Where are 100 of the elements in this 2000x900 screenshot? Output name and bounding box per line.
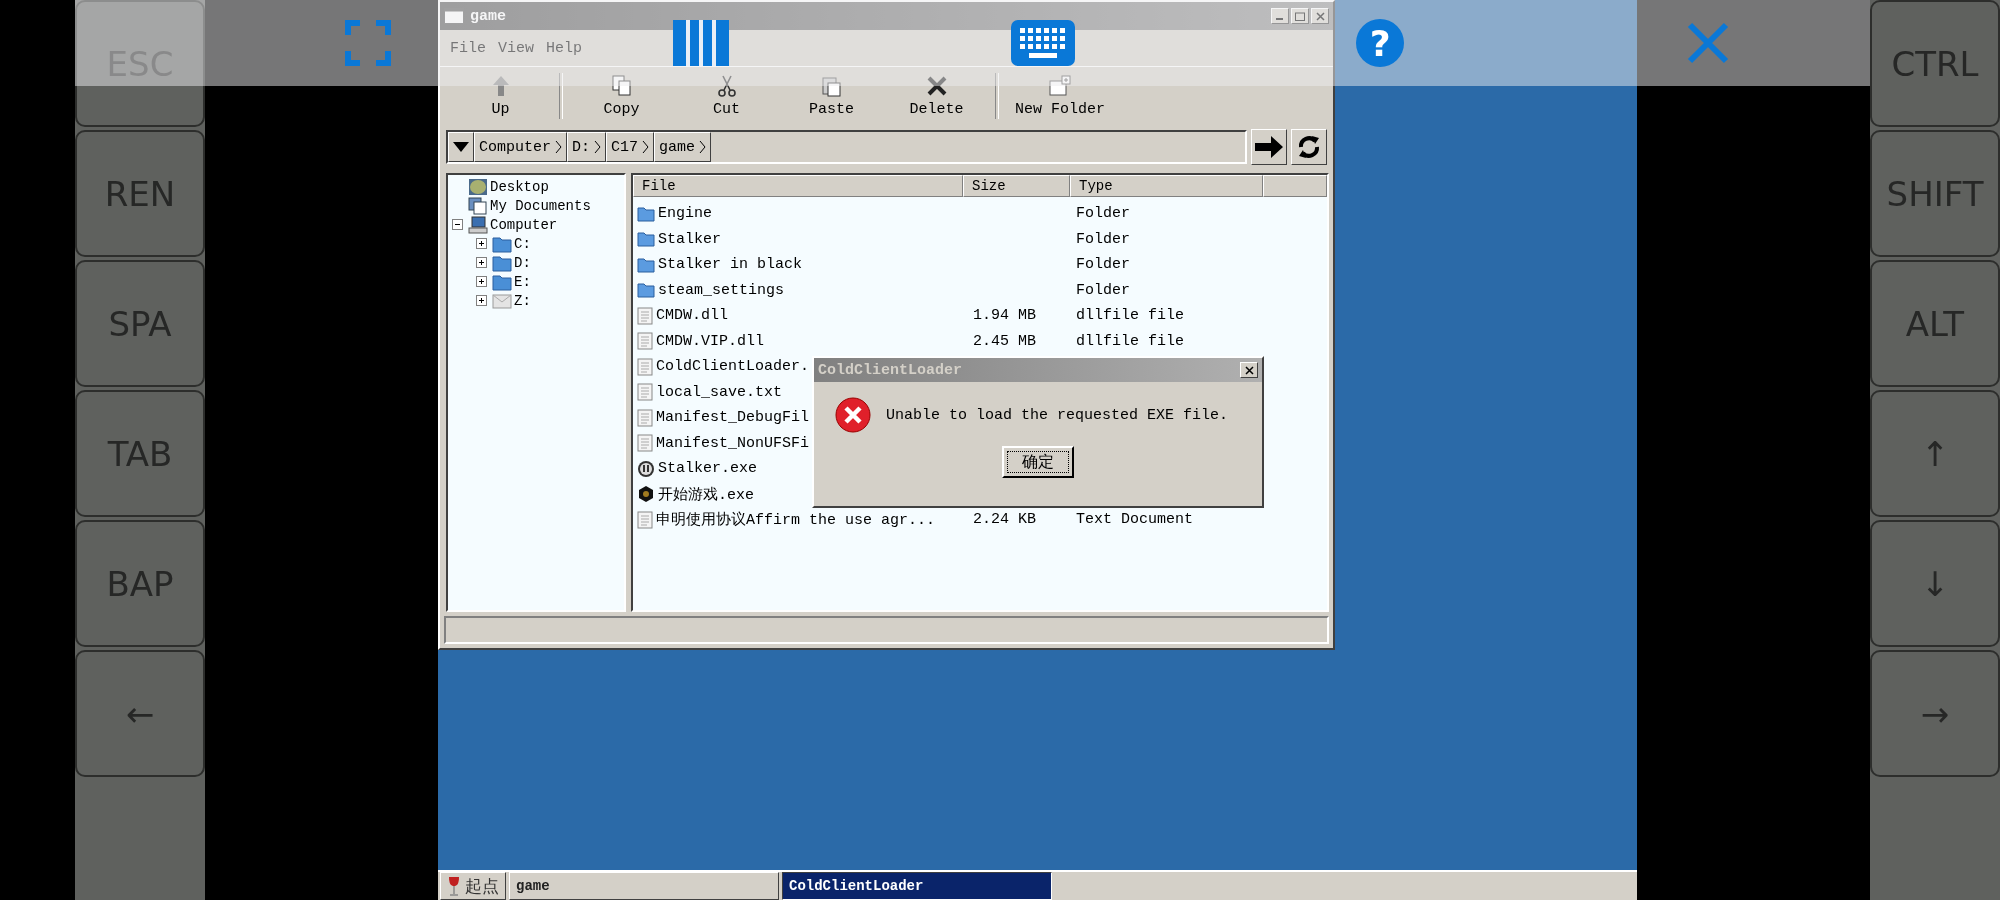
chevron-right-icon <box>594 140 602 154</box>
document-icon <box>637 332 653 351</box>
start-button[interactable]: 起点 <box>440 872 506 900</box>
toolbar-button[interactable]: Up <box>448 67 553 125</box>
error-message: Unable to load the requested EXE file. <box>886 406 1229 424</box>
file-type: Folder <box>1076 205 1130 223</box>
maximize-button[interactable] <box>1291 8 1309 24</box>
columns-icon[interactable] <box>672 20 729 66</box>
hexagon-icon <box>637 485 655 504</box>
console-icon <box>444 8 464 24</box>
file-type: dllfile file <box>1076 307 1185 325</box>
window-title: game <box>470 7 507 25</box>
document-icon <box>637 383 653 402</box>
folder-icon <box>637 256 655 273</box>
new-folder-icon <box>1049 74 1071 97</box>
folder-icon <box>492 234 512 253</box>
document-icon <box>637 408 653 427</box>
chevron-right-icon <box>699 140 707 154</box>
tree-item[interactable]: E: <box>514 273 531 290</box>
dropdown-button[interactable] <box>448 132 474 162</box>
chevron-right-icon <box>555 140 562 154</box>
maximize-icon <box>1295 11 1305 21</box>
tree-item[interactable]: Desktop <box>490 178 549 195</box>
document-icon <box>637 357 653 376</box>
column-header[interactable]: File <box>633 175 963 197</box>
file-size: 2.24 KB <box>973 511 1036 529</box>
tree-item[interactable]: Z: <box>514 292 531 309</box>
ok-button[interactable]: 确定 <box>1002 446 1074 478</box>
file-size: 1.94 MB <box>973 307 1036 325</box>
file-type: Folder <box>1076 230 1130 248</box>
drive-icon <box>492 291 512 310</box>
taskbar-button[interactable]: game <box>509 872 779 900</box>
refresh-icon <box>1296 134 1322 160</box>
file-name[interactable]: CMDW.VIP.dll <box>656 332 765 350</box>
path-button[interactable]: Computer <box>474 132 567 162</box>
tree-item[interactable]: C: <box>514 235 531 252</box>
error-icon <box>834 396 872 434</box>
file-name[interactable]: Engine <box>658 205 712 223</box>
up-arrow-icon <box>490 74 511 97</box>
toolbar-button[interactable]: Paste <box>779 67 884 125</box>
keyboard-icon[interactable] <box>1010 20 1075 66</box>
folder-icon <box>492 253 512 272</box>
file-name[interactable]: Manifest_DebugFil <box>656 409 810 427</box>
delete-x-icon <box>926 74 947 97</box>
file-name[interactable]: ColdClientLoader. <box>656 358 810 376</box>
file-name[interactable]: CMDW.dll <box>656 307 728 325</box>
circle-logo-icon <box>637 459 655 478</box>
document-icon <box>637 306 653 325</box>
file-name[interactable]: Manifest_NonUFSFi <box>656 434 810 452</box>
folder-icon <box>637 205 655 222</box>
file-name[interactable]: Stalker.exe <box>658 460 758 478</box>
expand-icon[interactable] <box>476 238 487 249</box>
expand-icon[interactable] <box>476 276 487 287</box>
toolbar-button[interactable]: Copy <box>569 67 674 125</box>
expand-icon[interactable] <box>476 257 487 268</box>
right-arrow-icon <box>1255 136 1283 158</box>
collapse-icon[interactable] <box>452 219 463 230</box>
file-type: Text Document <box>1076 511 1194 529</box>
computer-icon <box>468 215 488 234</box>
scissors-icon <box>716 74 737 97</box>
paste-icon <box>821 74 842 97</box>
file-name[interactable]: steam_settings <box>658 281 785 299</box>
tree-item[interactable]: D: <box>514 254 531 271</box>
toolbar-button[interactable]: Delete <box>884 67 989 125</box>
taskbar-button[interactable]: ColdClientLoader <box>782 872 1052 900</box>
minimize-button[interactable] <box>1271 8 1289 24</box>
tree-item[interactable]: My Documents <box>490 197 591 214</box>
go-button[interactable] <box>1251 129 1287 165</box>
path-button[interactable]: D: <box>567 132 607 162</box>
folder-icon <box>637 282 655 299</box>
file-size: 2.45 MB <box>973 332 1036 350</box>
file-name[interactable]: 申明使用协议Affirm the use agr... <box>656 510 936 530</box>
file-type: Folder <box>1076 281 1130 299</box>
document-icon <box>637 434 653 453</box>
toolbar-button[interactable]: Cut <box>674 67 779 125</box>
path-button[interactable]: game <box>654 132 712 162</box>
desktop-icon <box>468 177 488 196</box>
file-type: dllfile file <box>1076 332 1185 350</box>
close-button[interactable] <box>1240 362 1258 378</box>
documents-icon <box>468 196 488 215</box>
toolbar-button[interactable]: New Folder <box>1005 67 1115 125</box>
refresh-button[interactable] <box>1291 129 1327 165</box>
file-type: Folder <box>1076 256 1130 274</box>
folder-icon <box>637 231 655 248</box>
wine-glass-icon <box>447 876 461 896</box>
triangle-down-icon <box>453 142 469 152</box>
tree-item[interactable]: Computer <box>490 216 558 233</box>
column-header[interactable]: Size <box>963 175 1070 197</box>
file-name[interactable]: local_save.txt <box>656 383 783 401</box>
close-icon <box>1244 365 1254 375</box>
file-name[interactable]: 开始游戏.exe <box>658 484 754 504</box>
path-button[interactable]: C17 <box>606 132 655 162</box>
address-bar[interactable]: Computer D: C17 game <box>446 130 1247 164</box>
file-name[interactable]: Stalker <box>658 230 721 248</box>
file-name[interactable]: Stalker in black <box>658 256 803 274</box>
column-header[interactable]: Type <box>1070 175 1263 197</box>
folder-icon <box>492 272 512 291</box>
document-icon <box>637 510 653 529</box>
expand-icon[interactable] <box>476 295 487 306</box>
close-icon <box>1315 11 1325 21</box>
